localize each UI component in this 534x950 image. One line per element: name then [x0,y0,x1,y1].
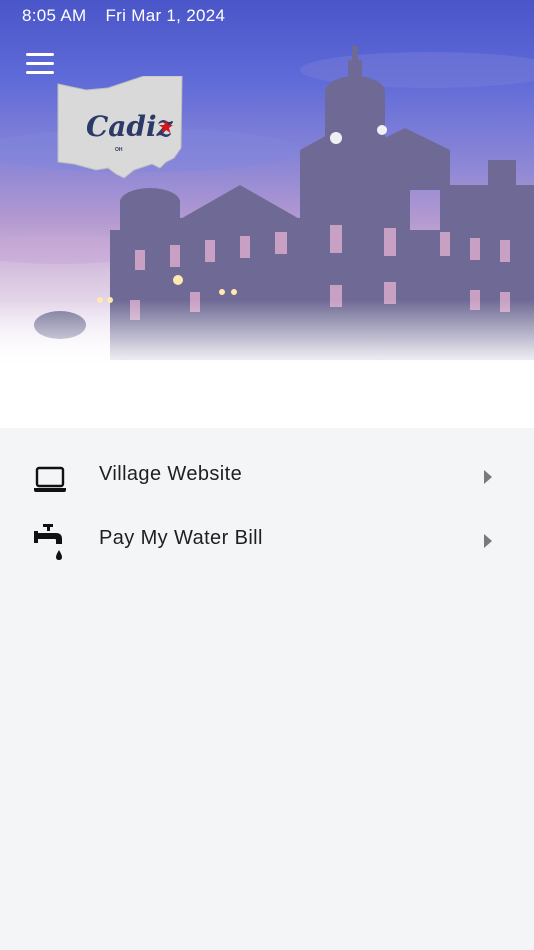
menu-list: Village Website Pay My Water Bill [0,428,534,950]
hero-banner [0,0,534,428]
status-date: Fri Mar 1, 2024 [105,6,226,25]
logo-wordmark: Cadiz [86,110,174,143]
logo-state: OH [115,147,123,153]
chevron-right-icon [484,534,492,548]
cadiz-logo: Cadiz OH [56,75,184,180]
laptop-icon [32,461,68,497]
water-faucet-icon [32,522,68,560]
hamburger-menu-icon[interactable] [26,53,56,77]
list-item-label: Village Website [99,463,243,485]
list-item-label: Pay My Water Bill [99,527,263,549]
list-item-village-website[interactable]: Village Website [0,448,534,508]
chevron-right-icon [484,470,492,484]
list-item-pay-water-bill[interactable]: Pay My Water Bill [0,512,534,572]
status-bar: 8:05 AM Fri Mar 1, 2024 [22,6,225,26]
hero-fade [0,300,534,428]
status-time: 8:05 AM [22,6,87,25]
